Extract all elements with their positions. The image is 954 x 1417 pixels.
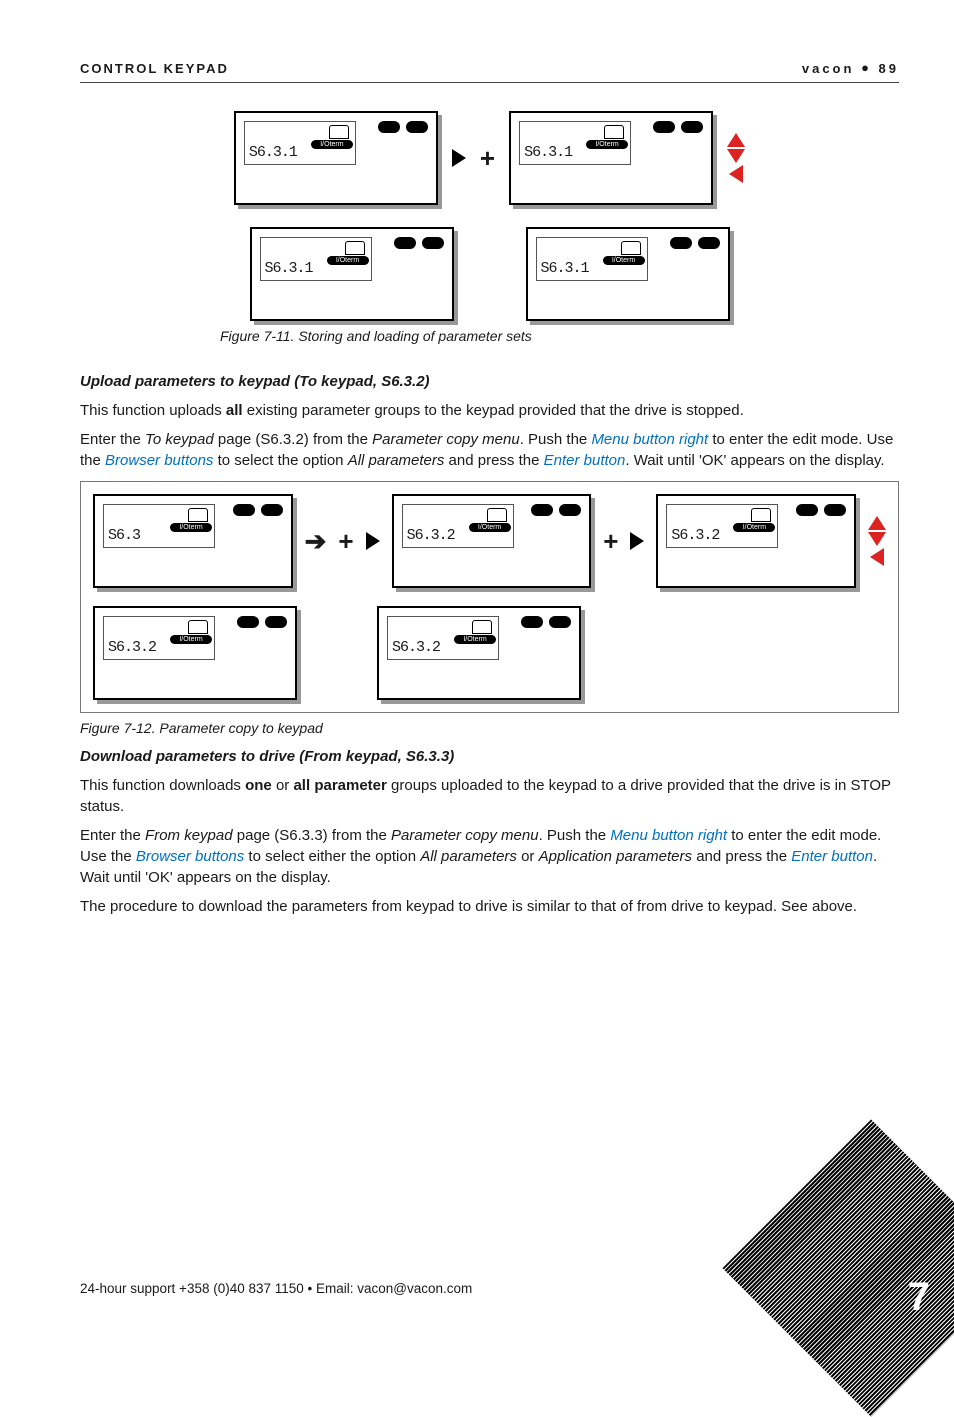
- keypad-panel: S6.3.1 I/Oterm: [509, 111, 713, 205]
- arrow-down-icon: [727, 149, 745, 163]
- arrow-right-icon: [452, 149, 466, 167]
- link-menu-button-right[interactable]: Menu button right: [591, 431, 708, 448]
- figure-7-11-caption: Figure 7-11. Storing and loading of para…: [220, 327, 899, 347]
- page-corner-decoration: [723, 1120, 954, 1417]
- paragraph: This function uploads all existing param…: [80, 400, 899, 421]
- arrow-left-icon: [729, 165, 743, 183]
- plus-icon: +: [338, 523, 353, 559]
- paragraph: The procedure to download the parameters…: [80, 896, 899, 917]
- header-right: vacon ● 89: [802, 60, 899, 78]
- arrow-down-icon: [868, 532, 886, 546]
- keypad-panel: S6.3.2 I/Oterm: [656, 494, 856, 588]
- paragraph: This function downloads one or all param…: [80, 775, 899, 817]
- figure-7-11: S6.3.1 I/Oterm + S6.3.1 I/Oterm: [240, 111, 740, 321]
- nav-arrows: [868, 516, 886, 566]
- plus-icon: +: [480, 140, 495, 176]
- link-browser-buttons[interactable]: Browser buttons: [105, 452, 213, 469]
- page-number: 7: [908, 1269, 930, 1325]
- arrow-left-icon: [870, 548, 884, 566]
- arrow-right-icon: ➔: [305, 523, 327, 559]
- keypad-panel: S6.3.2 I/Oterm: [392, 494, 592, 588]
- link-enter-button[interactable]: Enter button: [544, 452, 626, 469]
- keypad-panel: S6.3.1 I/Oterm: [234, 111, 438, 205]
- link-browser-buttons[interactable]: Browser buttons: [136, 848, 244, 865]
- paragraph: Enter the To keypad page (S6.3.2) from t…: [80, 429, 899, 471]
- section-title-upload: Upload parameters to keypad (To keypad, …: [80, 371, 899, 392]
- keypad-panel: S6.3 I/Oterm: [93, 494, 293, 588]
- arrow-up-icon: [727, 133, 745, 147]
- keypad-panel: S6.3.2 I/Oterm: [377, 606, 581, 700]
- arrow-up-icon: [868, 516, 886, 530]
- keypad-panel: S6.3.1 I/Oterm: [526, 227, 730, 321]
- keypad-panel: S6.3.1 I/Oterm: [250, 227, 454, 321]
- section-title-download: Download parameters to drive (From keypa…: [80, 746, 899, 767]
- keypad-panel: S6.3.2 I/Oterm: [93, 606, 297, 700]
- page-header: CONTROL KEYPAD vacon ● 89: [80, 60, 899, 83]
- nav-arrows: [727, 133, 745, 183]
- link-enter-button[interactable]: Enter button: [791, 848, 873, 865]
- arrow-right-icon: [630, 532, 644, 550]
- plus-icon: +: [603, 523, 618, 559]
- header-left: CONTROL KEYPAD: [80, 60, 229, 78]
- figure-7-12-caption: Figure 7-12. Parameter copy to keypad: [80, 719, 899, 739]
- figure-7-12: S6.3 I/Oterm ➔ + S6.3.2 I/Oterm +: [80, 481, 899, 713]
- arrow-right-icon: [366, 532, 380, 550]
- paragraph: Enter the From keypad page (S6.3.3) from…: [80, 825, 899, 888]
- link-menu-button-right[interactable]: Menu button right: [610, 827, 727, 844]
